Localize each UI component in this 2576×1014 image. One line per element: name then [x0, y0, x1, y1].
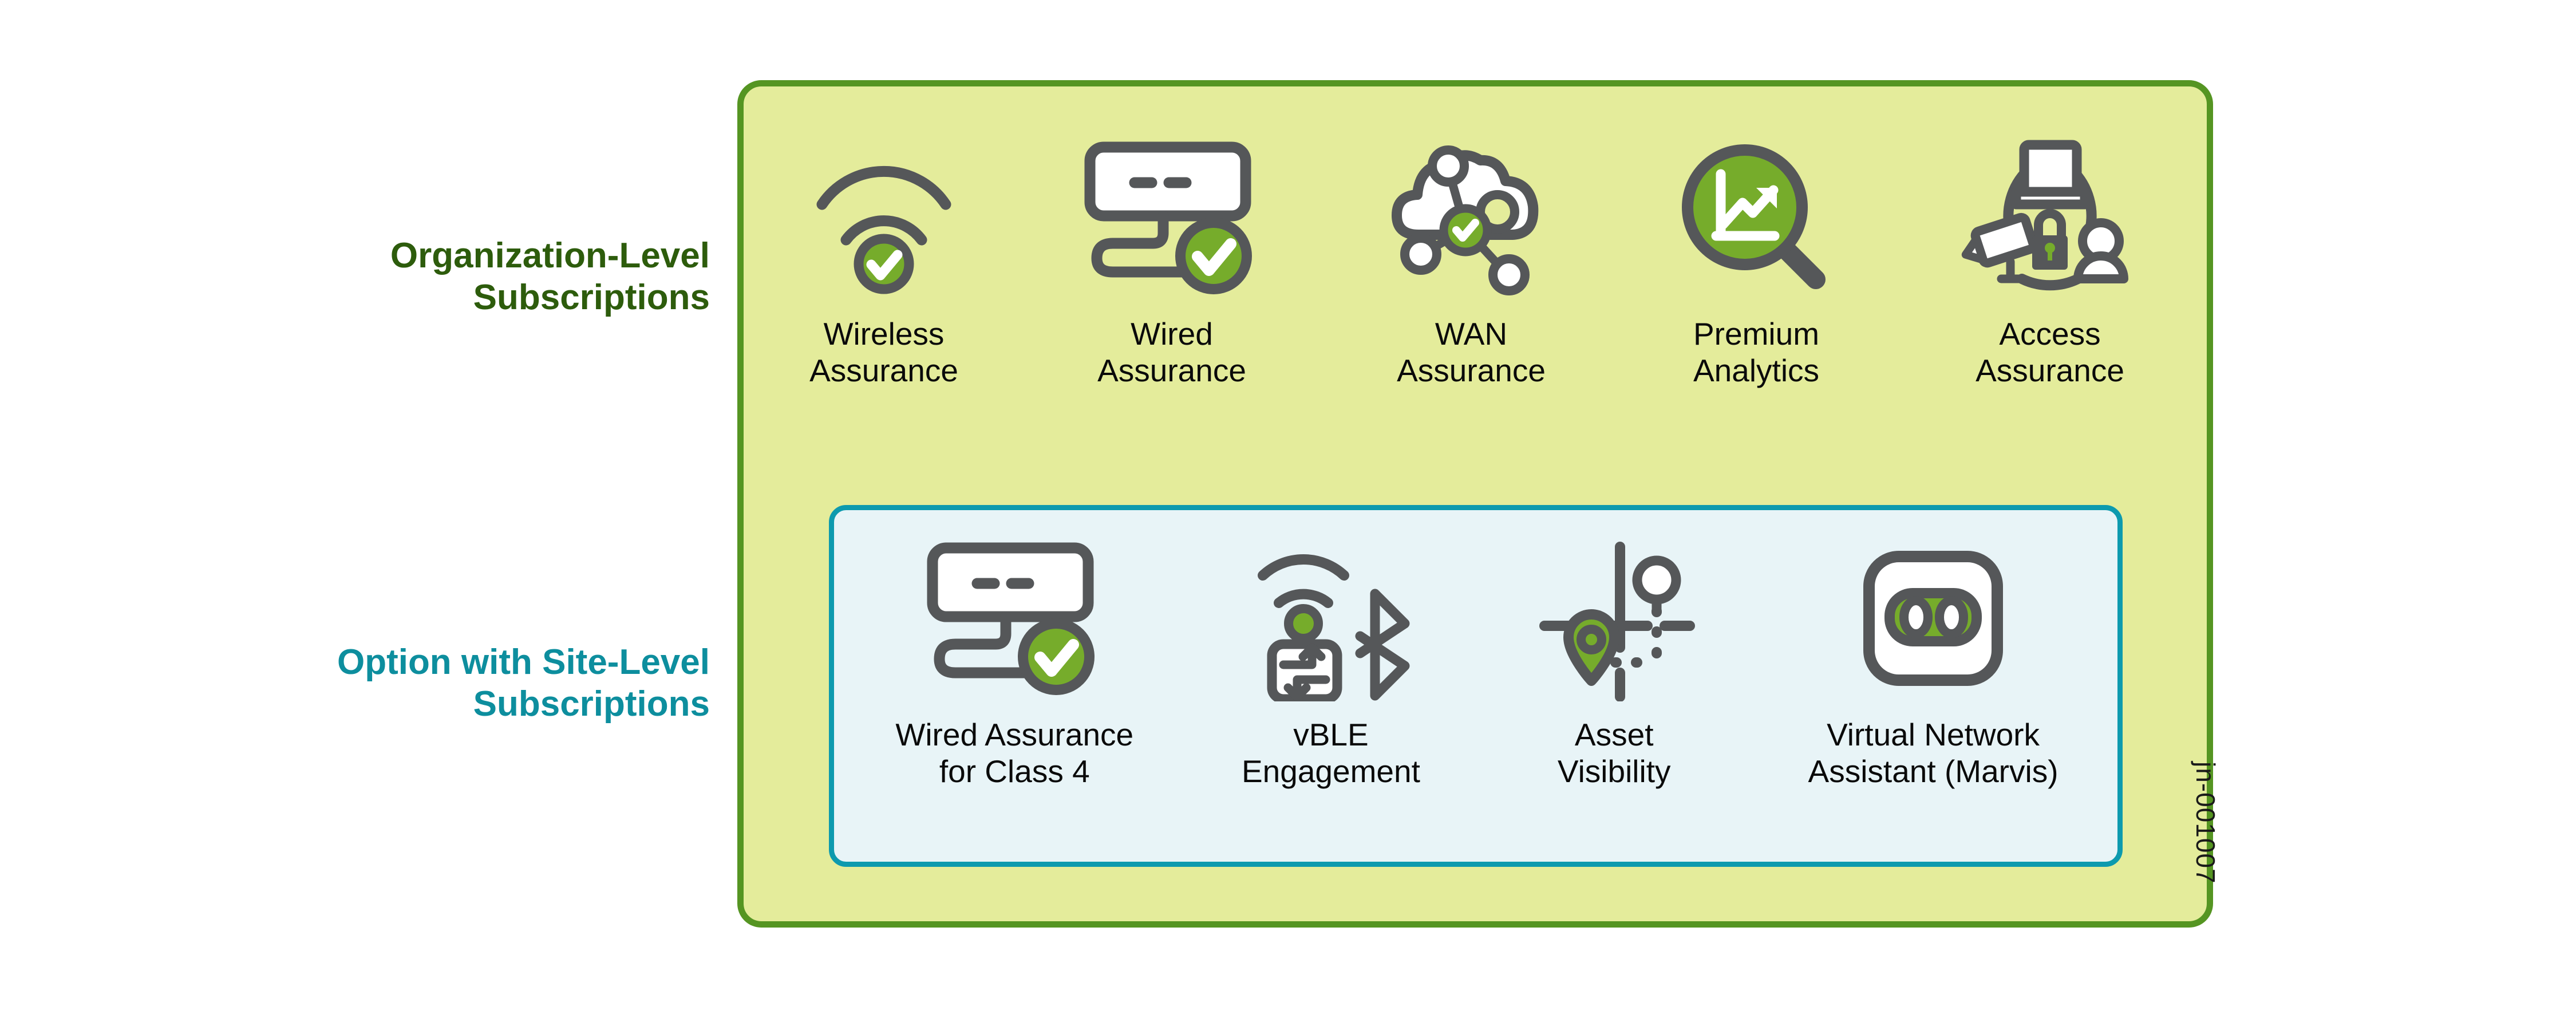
label-line1: vBLE [1293, 717, 1369, 752]
subscription-label: vBLE Engagement [1242, 717, 1420, 790]
label-line1: Virtual Network [1827, 717, 2040, 752]
subscription-card-virtual-network-assistant[interactable]: Virtual Network Assistant (Marvis) [1808, 532, 2059, 790]
site-label-line1: Option with Site-Level [337, 642, 710, 682]
site-subscriptions-row: Wired Assurance for Class 4 vBLE Engagem… [841, 532, 2112, 853]
label-line1: Wired [1131, 316, 1213, 352]
organization-label-line1: Organization-Level [390, 236, 710, 275]
subscription-label: Access Assurance [1976, 316, 2124, 389]
label-line1: Premium [1693, 316, 1820, 352]
label-line2: Visibility [1557, 753, 1671, 789]
wired-assurance-icon [1077, 132, 1266, 303]
subscription-label: Wireless Assurance [809, 316, 958, 389]
label-line2: Engagement [1241, 753, 1420, 789]
label-line1: Wired Assurance [895, 717, 1134, 752]
subscription-label: Virtual Network Assistant (Marvis) [1808, 717, 2059, 790]
subscription-card-asset-visibility[interactable]: Asset Visibility [1528, 532, 1700, 790]
label-line2: Assurance [1097, 352, 1246, 388]
asset-visibility-icon [1528, 532, 1700, 704]
subscription-card-wireless-assurance[interactable]: Wireless Assurance [809, 132, 958, 389]
organization-subscriptions-row: Wireless Assurance Wired Assurance WAN A… [750, 132, 2204, 441]
subscription-card-wired-assurance[interactable]: Wired Assurance [1077, 132, 1266, 389]
label-line2: Assistant (Marvis) [1808, 753, 2059, 789]
site-level-label: Option with Site-Level Subscriptions [195, 641, 710, 725]
label-line1: Asset [1574, 717, 1654, 752]
vble-engagement-icon [1242, 532, 1420, 704]
subscription-label: Premium Analytics [1693, 316, 1819, 389]
wired-assurance-class4-icon [920, 532, 1109, 704]
label-line2: Assurance [1976, 352, 2124, 388]
subscription-card-wired-assurance-class4[interactable]: Wired Assurance for Class 4 [895, 532, 1133, 790]
wireless-assurance-icon [809, 132, 958, 303]
label-line2: Analytics [1693, 352, 1820, 388]
subscription-card-premium-analytics[interactable]: Premium Analytics [1676, 132, 1836, 389]
wan-assurance-icon [1385, 132, 1557, 303]
label-line1: WAN [1435, 316, 1508, 352]
label-line1: Access [1999, 316, 2101, 352]
organization-label-line2: Subscriptions [473, 278, 710, 318]
subscription-label: Asset Visibility [1558, 717, 1671, 790]
virtual-network-assistant-icon [1853, 532, 2013, 704]
subscription-card-wan-assurance[interactable]: WAN Assurance [1385, 132, 1557, 389]
subscription-card-vble-engagement[interactable]: vBLE Engagement [1242, 532, 1420, 790]
site-label-line2: Subscriptions [473, 684, 710, 724]
subscription-card-access-assurance[interactable]: Access Assurance [1955, 132, 2144, 389]
figure-id-caption: jn-001007 [2191, 762, 2221, 884]
premium-analytics-icon [1676, 132, 1836, 303]
label-line2: Assurance [1397, 352, 1546, 388]
organization-level-label: Organization-Level Subscriptions [195, 235, 710, 318]
diagram-canvas: Organization-Level Subscriptions Option … [0, 0, 2576, 1014]
subscription-label: Wired Assurance [1097, 316, 1246, 389]
subscription-label: Wired Assurance for Class 4 [895, 717, 1133, 790]
subscription-label: WAN Assurance [1397, 316, 1546, 389]
label-line1: Wireless [823, 316, 945, 352]
access-assurance-icon [1955, 132, 2144, 303]
label-line2: for Class 4 [939, 753, 1090, 789]
label-line2: Assurance [809, 352, 958, 388]
